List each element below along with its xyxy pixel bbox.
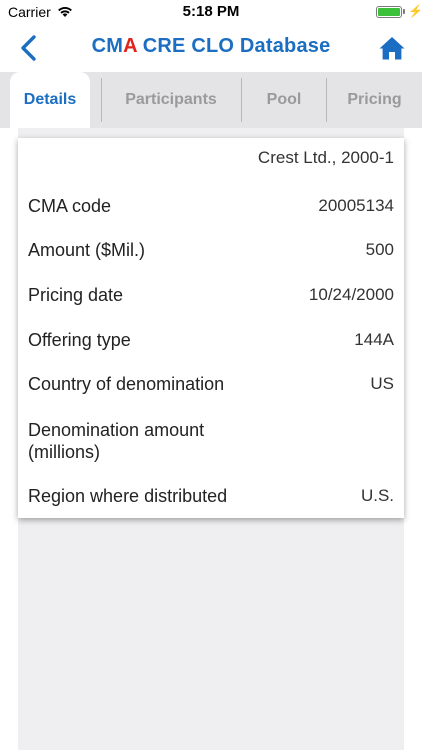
battery-cap xyxy=(403,9,405,14)
navigation-bar: CMA CRE CLO Database xyxy=(0,24,422,72)
detail-label: CMA code xyxy=(28,196,112,216)
battery-icon xyxy=(376,6,402,18)
tab-details[interactable]: Details xyxy=(10,72,90,128)
tab-bar: Details Participants Pool Pricing xyxy=(0,72,422,128)
app-title-accent: A xyxy=(123,35,137,57)
charging-bolt-icon: ⚡ xyxy=(408,4,422,18)
detail-label: Pricing date xyxy=(28,285,124,305)
detail-value: US xyxy=(370,374,394,393)
tab-participants[interactable]: Participants xyxy=(102,72,240,128)
clock-time: 5:18 PM xyxy=(182,3,240,20)
detail-value: 144A xyxy=(354,330,394,349)
deal-name: Crest Ltd., 2000-1 xyxy=(257,148,394,167)
detail-value: U.S. xyxy=(360,486,394,505)
app-title: CMA CRE CLO Database xyxy=(0,35,422,58)
detail-value: 20005134 xyxy=(318,196,394,215)
detail-value: 500 xyxy=(365,240,394,259)
detail-value: 10/24/2000 xyxy=(308,285,394,304)
detail-label: Denomination amount (millions) xyxy=(28,420,205,462)
app-title-part2: CRE CLO Database xyxy=(136,35,331,57)
tab-pool[interactable]: Pool xyxy=(242,72,326,128)
detail-label: Amount ($Mil.) xyxy=(28,240,146,260)
detail-label: Offering type xyxy=(28,330,131,350)
details-card: Crest Ltd., 2000-1 CMA code 20005134 Amo… xyxy=(18,138,404,518)
detail-label: Region where distributed xyxy=(28,486,228,506)
battery-level xyxy=(378,8,400,16)
detail-label: Country of denomination xyxy=(28,374,225,394)
status-bar: Carrier 5:18 PM ⚡ xyxy=(0,0,422,24)
home-icon[interactable] xyxy=(378,35,406,61)
tab-pricing[interactable]: Pricing xyxy=(327,72,422,128)
app-title-part1: CM xyxy=(91,35,124,57)
